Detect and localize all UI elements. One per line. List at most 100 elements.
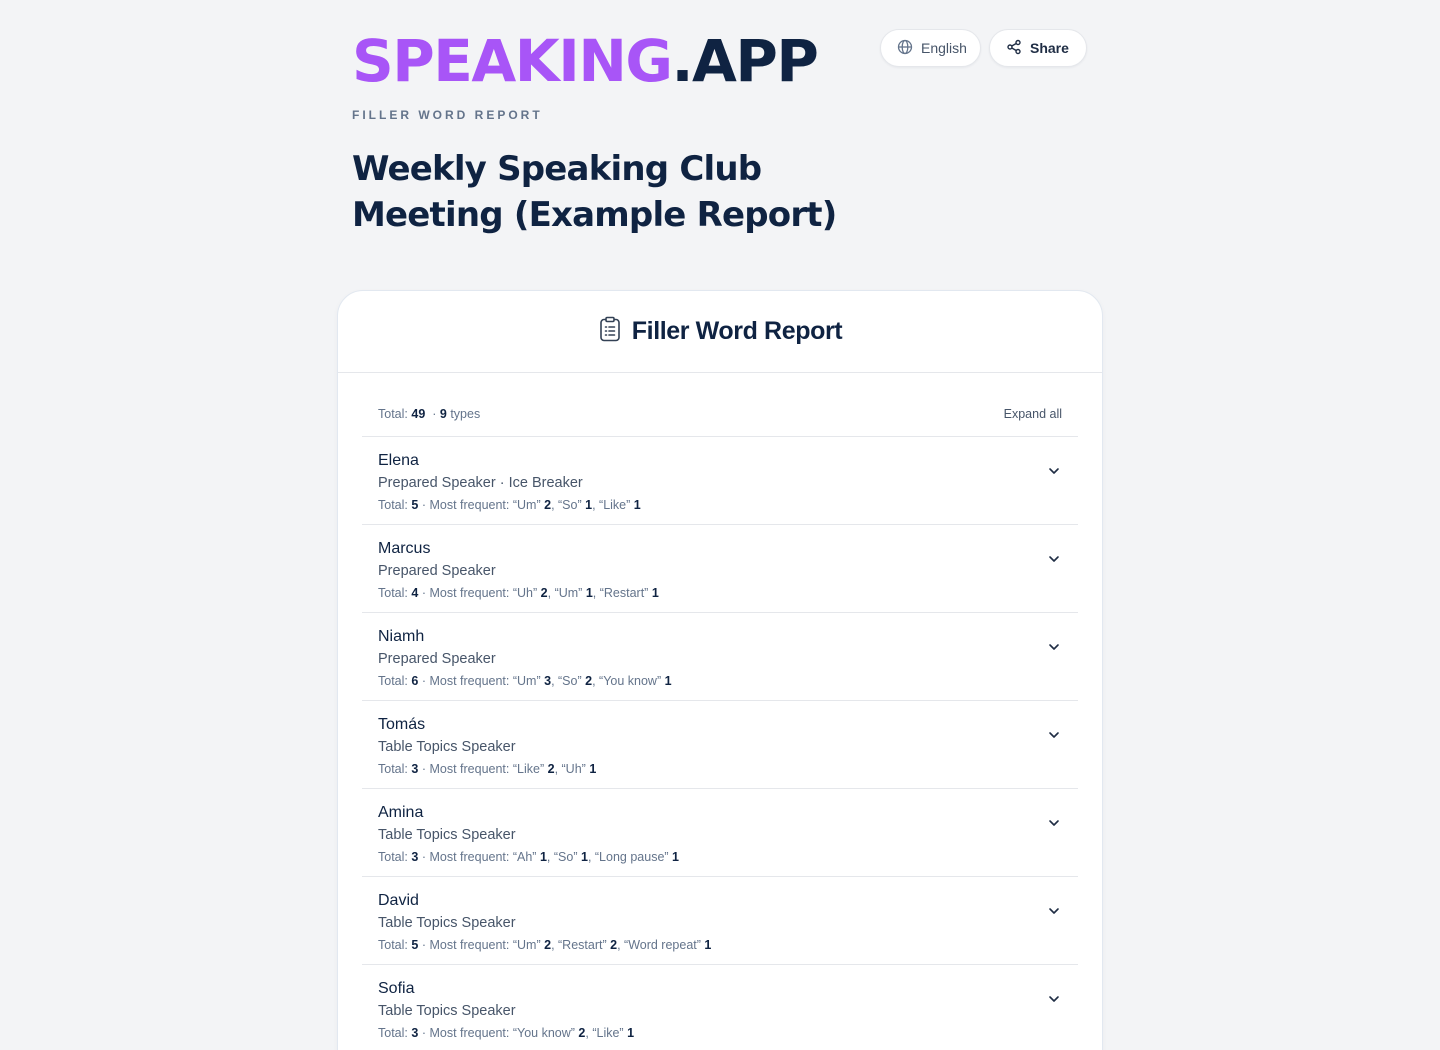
most-frequent-label: Most frequent: xyxy=(429,1026,510,1040)
total-label: Total: xyxy=(378,586,408,600)
speaker-row[interactable]: Elena Prepared Speaker · Ice Breaker Total… xyxy=(362,437,1078,525)
brand-logo[interactable]: SPEAKING.APP xyxy=(352,27,819,95)
speaker-role: Table Topics Speaker xyxy=(378,915,516,931)
summary-bar: Total: 49 · 9 types Expand all xyxy=(362,392,1078,437)
clipboard-icon xyxy=(598,316,622,347)
speaker-list: Elena Prepared Speaker · Ice Breaker Total… xyxy=(362,437,1078,1050)
speaker-row[interactable]: Amina Table Topics Speaker Total: 3 · Most… xyxy=(362,789,1078,877)
filler-count: 1 xyxy=(651,586,659,600)
globe-icon xyxy=(897,39,913,58)
stats-separator: · xyxy=(421,938,426,952)
filler-word: “You know” xyxy=(512,1026,575,1040)
filler-word: “Restart” xyxy=(558,938,607,952)
chevron-down-icon[interactable] xyxy=(1046,903,1062,919)
speaker-stats: Total: 5 · Most frequent: “Um” 2, “So” 1… xyxy=(378,498,641,512)
expand-all-button[interactable]: Expand all xyxy=(1004,407,1062,421)
filler-count: 1 xyxy=(633,498,641,512)
filler-word: “Like” xyxy=(592,1026,624,1040)
speaker-row[interactable]: Marcus Prepared Speaker Total: 4 · Most fr… xyxy=(362,525,1078,613)
total-value: 4 xyxy=(411,586,419,600)
share-label: Share xyxy=(1030,40,1069,56)
speaker-stats: Total: 6 · Most frequent: “Um” 3, “So” 2… xyxy=(378,674,672,688)
share-button[interactable]: Share xyxy=(989,29,1087,67)
filler-count: 1 xyxy=(589,762,597,776)
total-value: 3 xyxy=(411,850,419,864)
chevron-down-icon[interactable] xyxy=(1046,639,1062,655)
speaker-row[interactable]: Tomás Table Topics Speaker Total: 3 · Most… xyxy=(362,701,1078,789)
filler-word: “Ah” xyxy=(512,850,537,864)
language-button[interactable]: English xyxy=(880,29,981,67)
filler-count: 3 xyxy=(544,674,552,688)
filler-word: “Like” xyxy=(599,498,631,512)
summary-totals: Total: 49 · 9 types xyxy=(378,407,480,421)
total-value: 3 xyxy=(411,762,419,776)
chevron-down-icon[interactable] xyxy=(1046,551,1062,567)
report-card: Filler Word Report Total: 49 · 9 types E… xyxy=(337,290,1103,1050)
speaker-row[interactable]: David Table Topics Speaker Total: 5 · Most… xyxy=(362,877,1078,965)
most-frequent-label: Most frequent: xyxy=(429,938,510,952)
filler-word: “Long pause” xyxy=(594,850,669,864)
filler-word: “Like” xyxy=(512,762,545,776)
summary-separator: · xyxy=(432,407,437,421)
language-label: English xyxy=(921,40,967,56)
total-label: Total: xyxy=(378,938,408,952)
filler-count: 1 xyxy=(672,850,679,864)
speaker-name: David xyxy=(378,892,419,909)
report-eyebrow: FILLER WORD REPORT xyxy=(352,108,543,122)
summary-types-label: types xyxy=(450,407,481,421)
filler-count: 1 xyxy=(704,938,712,952)
total-label: Total: xyxy=(378,1026,408,1040)
page: SPEAKING.APP FILLER WORD REPORT Weekly S… xyxy=(0,0,1440,1050)
filler-word: “Word repeat” xyxy=(624,938,701,952)
filler-word: “Uh” xyxy=(512,586,538,600)
most-frequent-label: Most frequent: xyxy=(429,762,510,776)
stats-separator: · xyxy=(421,498,426,512)
filler-count: 1 xyxy=(585,586,593,600)
filler-count: 2 xyxy=(547,762,555,776)
stats-separator: · xyxy=(421,674,426,688)
speaker-role: Prepared Speaker xyxy=(378,651,496,667)
total-value: 6 xyxy=(411,674,419,688)
filler-word: “You know” xyxy=(599,674,662,688)
page-title: Weekly Speaking Club Meeting (Example Re… xyxy=(352,149,837,235)
speaker-role: Table Topics Speaker xyxy=(378,1003,516,1019)
filler-count: 1 xyxy=(580,850,588,864)
speaker-role: Prepared Speaker · Ice Breaker xyxy=(378,475,583,491)
filler-count: 2 xyxy=(544,938,552,952)
total-value: 5 xyxy=(411,938,419,952)
total-value: 5 xyxy=(411,498,419,512)
summary-total-label: Total: xyxy=(378,407,408,421)
filler-word: “Um” xyxy=(554,586,583,600)
speaker-name: Tomás xyxy=(378,716,426,733)
speaker-name: Marcus xyxy=(378,540,431,557)
filler-word: “Uh” xyxy=(561,762,586,776)
filler-count: 2 xyxy=(585,674,593,688)
most-frequent-label: Most frequent: xyxy=(429,586,510,600)
share-icon xyxy=(1006,39,1022,58)
filler-word: “So” xyxy=(558,674,582,688)
speaker-stats: Total: 5 · Most frequent: “Um” 2, “Resta… xyxy=(378,938,712,952)
speaker-row[interactable]: Niamh Prepared Speaker Total: 6 · Most fre… xyxy=(362,613,1078,701)
filler-word: “Um” xyxy=(512,938,541,952)
stats-separator: · xyxy=(421,850,426,864)
chevron-down-icon[interactable] xyxy=(1046,727,1062,743)
filler-word: “So” xyxy=(553,850,578,864)
total-label: Total: xyxy=(378,674,408,688)
filler-count: 1 xyxy=(539,850,547,864)
stats-separator: · xyxy=(421,586,426,600)
speaker-row[interactable]: Sofia Table Topics Speaker Total: 3 · Most… xyxy=(362,965,1078,1050)
filler-count: 2 xyxy=(540,586,548,600)
chevron-down-icon[interactable] xyxy=(1046,463,1062,479)
speaker-name: Niamh xyxy=(378,628,425,645)
filler-count: 1 xyxy=(664,674,672,688)
stats-separator: · xyxy=(421,1026,426,1040)
filler-count: 2 xyxy=(578,1026,586,1040)
filler-word: “Um” xyxy=(512,498,541,512)
filler-count: 1 xyxy=(627,1026,635,1040)
chevron-down-icon[interactable] xyxy=(1046,815,1062,831)
speaker-stats: Total: 3 · Most frequent: “Ah” 1, “So” 1… xyxy=(378,850,679,864)
total-label: Total: xyxy=(378,498,408,512)
chevron-down-icon[interactable] xyxy=(1046,991,1062,1007)
brand-part-speaking: SPEAKING xyxy=(352,27,673,95)
speaker-stats: Total: 3 · Most frequent: “You know” 2, … xyxy=(378,1026,635,1040)
